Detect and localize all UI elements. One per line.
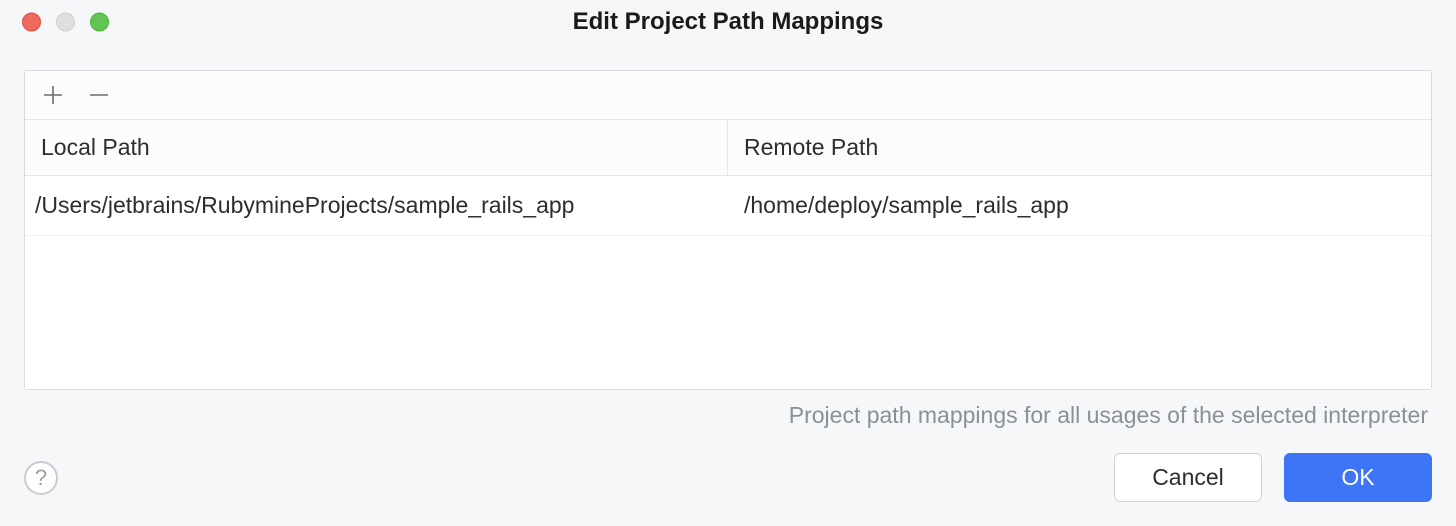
help-button[interactable]: ? <box>24 461 58 495</box>
column-header-local[interactable]: Local Path <box>25 120 728 175</box>
hint-text: Project path mappings for all usages of … <box>24 390 1432 429</box>
titlebar: Edit Project Path Mappings <box>0 0 1456 44</box>
dialog-window: Edit Project Path Mappings <box>0 0 1456 526</box>
dialog-content: Local Path Remote Path /Users/jetbrains/… <box>0 44 1456 429</box>
table-row[interactable]: /Users/jetbrains/RubymineProjects/sample… <box>25 176 1431 236</box>
window-title: Edit Project Path Mappings <box>0 8 1456 36</box>
column-header-remote[interactable]: Remote Path <box>728 120 1431 175</box>
cell-remote-path[interactable]: /home/deploy/sample_rails_app <box>728 176 1431 235</box>
add-mapping-button[interactable] <box>39 81 67 109</box>
dialog-footer: ? Cancel OK <box>0 429 1456 526</box>
maximize-window-icon[interactable] <box>90 13 109 32</box>
table-toolbar <box>25 71 1431 120</box>
ok-button[interactable]: OK <box>1284 453 1432 502</box>
cancel-button[interactable]: Cancel <box>1114 453 1262 502</box>
dialog-buttons: Cancel OK <box>1114 453 1432 502</box>
table-body: /Users/jetbrains/RubymineProjects/sample… <box>25 176 1431 389</box>
table-header: Local Path Remote Path <box>25 120 1431 176</box>
plus-icon <box>42 84 64 106</box>
path-mappings-panel: Local Path Remote Path /Users/jetbrains/… <box>24 70 1432 390</box>
cell-local-path[interactable]: /Users/jetbrains/RubymineProjects/sample… <box>25 176 728 235</box>
remove-mapping-button[interactable] <box>85 81 113 109</box>
minus-icon <box>88 84 110 106</box>
window-controls <box>22 13 109 32</box>
help-icon: ? <box>35 465 47 491</box>
minimize-window-icon[interactable] <box>56 13 75 32</box>
close-window-icon[interactable] <box>22 13 41 32</box>
